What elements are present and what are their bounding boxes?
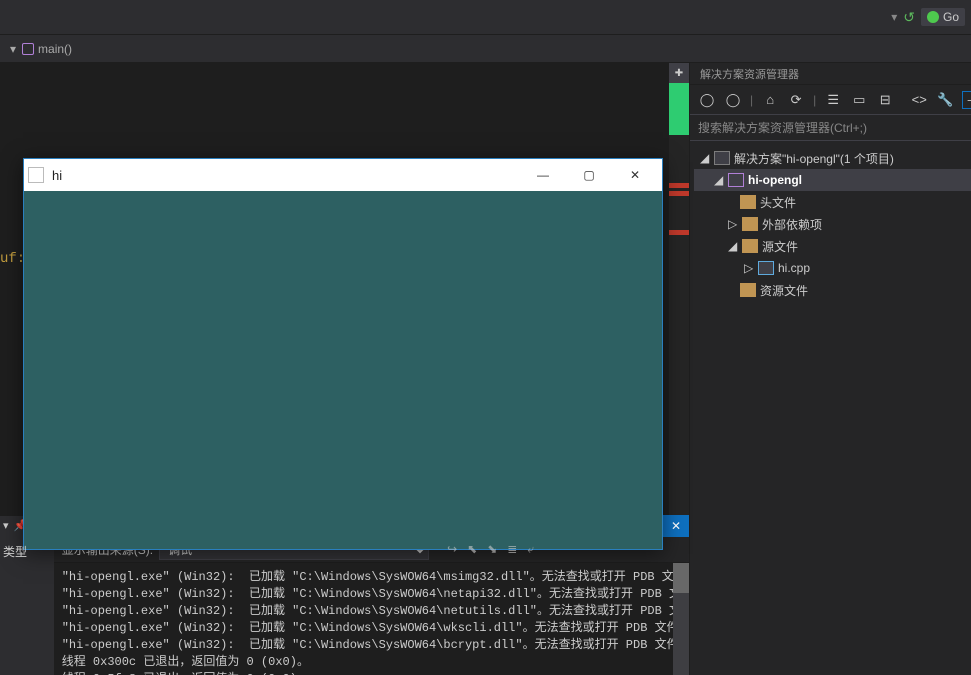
folder-node-external[interactable]: ▷ 外部依赖项 xyxy=(694,213,971,235)
cpp-icon xyxy=(758,261,774,275)
fwd-icon[interactable]: ◯ xyxy=(724,91,742,109)
scroll-marker-error xyxy=(669,183,689,188)
maximize-button[interactable]: ▢ xyxy=(566,160,612,190)
folder-node-sources[interactable]: ◢ 源文件 xyxy=(694,235,971,257)
showall-icon[interactable]: ▭ xyxy=(850,91,868,109)
se-toolbar: ◯ ◯ | ⌂ ⟳ | ☰ ▭ ⊟ <> 🔧 – xyxy=(690,85,971,115)
next-icon[interactable]: ⬊ xyxy=(487,542,497,557)
expand-icon[interactable]: ◢ xyxy=(714,173,724,187)
home-icon[interactable]: ⌂ xyxy=(761,91,779,109)
project-icon xyxy=(728,173,744,187)
file-label: hi.cpp xyxy=(778,261,810,275)
go-chip[interactable]: Go xyxy=(921,8,965,26)
se-search[interactable]: 搜索解决方案资源管理器(Ctrl+;) xyxy=(690,115,971,141)
vertical-scrollbar[interactable] xyxy=(669,83,689,515)
project-node[interactable]: ◢ hi-opengl xyxy=(694,169,971,191)
output-scroll-thumb[interactable] xyxy=(673,563,689,593)
expand-icon[interactable]: ◢ xyxy=(728,239,738,253)
folder-icon xyxy=(740,195,756,209)
scroll-marker-error xyxy=(669,230,689,235)
wrench-icon[interactable]: 🔧 xyxy=(936,91,954,109)
function-icon xyxy=(22,43,34,55)
folder-icon xyxy=(740,283,756,297)
folder-node-resources[interactable]: 资源文件 xyxy=(694,279,971,301)
wrap-icon[interactable]: ⤶ xyxy=(527,542,534,557)
project-label: hi-opengl xyxy=(748,173,802,187)
solution-icon xyxy=(714,151,730,165)
sync-icon[interactable]: ↺ xyxy=(903,9,915,26)
app-window-title: hi xyxy=(52,168,520,183)
expand-icon[interactable]: ▷ xyxy=(728,217,738,231)
code-icon[interactable]: <> xyxy=(910,91,928,109)
search-placeholder: 搜索解决方案资源管理器(Ctrl+;) xyxy=(698,119,867,136)
app-window-hi[interactable]: hi — ▢ ✕ xyxy=(23,158,663,550)
solution-explorer: 解决方案资源管理器 ◯ ◯ | ⌂ ⟳ | ☰ ▭ ⊟ <> 🔧 – 搜索解决方… xyxy=(690,63,971,675)
expand-icon[interactable]: ◢ xyxy=(700,151,710,165)
collapse-icon[interactable]: ⊟ xyxy=(876,91,894,109)
editor-area[interactable]: uf: ✚ hi — ▢ ✕ xyxy=(0,63,689,515)
folder-label: 资源文件 xyxy=(760,282,808,299)
chevron-down-icon[interactable]: ▾ xyxy=(10,42,16,56)
folder-node-headers[interactable]: 头文件 xyxy=(694,191,971,213)
clear-icon[interactable]: ≣ xyxy=(507,542,517,557)
app-window-client[interactable] xyxy=(24,191,662,549)
minimize-button[interactable]: — xyxy=(520,160,566,190)
solution-tree[interactable]: ◢ 解决方案"hi-opengl"(1 个项目) ◢ hi-opengl 头文件… xyxy=(690,141,971,675)
breadcrumb-text: main() xyxy=(38,42,72,56)
add-row-button[interactable]: ✚ xyxy=(669,63,689,83)
editor-text: uf: xyxy=(0,251,25,267)
folder-label: 源文件 xyxy=(762,238,798,255)
prev-icon[interactable]: ⬉ xyxy=(467,542,477,557)
folder-icon xyxy=(742,239,758,253)
folder-icon xyxy=(742,217,758,231)
output-scrollbar[interactable] xyxy=(673,563,689,675)
scroll-marker-error xyxy=(669,191,689,196)
go-circle-icon xyxy=(927,11,939,23)
sync-icon[interactable]: ☰ xyxy=(824,91,842,109)
close-icon[interactable]: ✕ xyxy=(671,519,681,533)
solution-label: 解决方案"hi-opengl"(1 个项目) xyxy=(734,150,894,167)
app-window-titlebar[interactable]: hi — ▢ ✕ xyxy=(24,159,662,191)
folder-label: 头文件 xyxy=(760,194,796,211)
panel-title: 解决方案资源管理器 xyxy=(690,63,971,85)
expand-icon[interactable]: ▷ xyxy=(744,261,754,275)
top-toolbar: ▾ ↺ Go xyxy=(0,0,971,35)
app-icon xyxy=(28,167,44,183)
type-label: 类型 xyxy=(3,543,27,560)
close-button[interactable]: ✕ xyxy=(612,160,658,190)
folder-label: 外部依赖项 xyxy=(762,216,822,233)
output-text[interactable]: "hi-opengl.exe" (Win32): 已加载 "C:\Windows… xyxy=(54,563,689,675)
file-node-hicpp[interactable]: ▷ hi.cpp xyxy=(694,257,971,279)
solution-node[interactable]: ◢ 解决方案"hi-opengl"(1 个项目) xyxy=(694,147,971,169)
breadcrumb[interactable]: ▾ main() xyxy=(0,35,971,63)
dropdown-icon[interactable]: ▾ xyxy=(3,519,9,532)
minus-icon[interactable]: – xyxy=(962,91,971,109)
back-icon[interactable]: ◯ xyxy=(698,91,716,109)
refresh-icon[interactable]: ⟳ xyxy=(787,91,805,109)
goto-icon[interactable]: ↪ xyxy=(447,542,457,557)
go-label: Go xyxy=(943,10,959,24)
scroll-marker-changed xyxy=(669,83,689,135)
